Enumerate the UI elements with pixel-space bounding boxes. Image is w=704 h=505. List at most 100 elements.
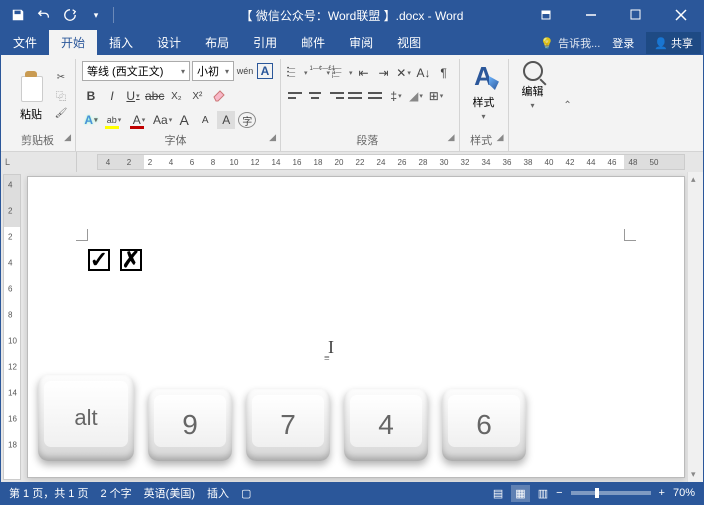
- window-title: 【 微信公众号：Word联盟 】.docx - Word: [241, 7, 464, 24]
- numbering-button[interactable]: [310, 64, 331, 82]
- print-layout-icon[interactable]: ▦: [511, 485, 529, 502]
- group-styles: A 样式 ▾ 样式 ◢: [460, 59, 509, 151]
- clear-format-icon[interactable]: [209, 86, 229, 106]
- zoom-in-icon[interactable]: +: [659, 487, 665, 499]
- zoom-slider[interactable]: [571, 491, 651, 495]
- ribbon: 粘贴 ✂ ⿻ 🖌 剪贴板◢ 等线 (西文正文)▾ 小初▾ wén A: [1, 55, 703, 152]
- font-color-button[interactable]: A: [128, 111, 150, 129]
- tab-file[interactable]: 文件: [1, 30, 49, 55]
- bullets-button[interactable]: [287, 64, 308, 82]
- font-size-select[interactable]: 小初▾: [192, 61, 234, 81]
- ruler-corner[interactable]: L: [1, 152, 77, 172]
- pinyin-button[interactable]: wén: [236, 62, 254, 80]
- bold-button[interactable]: B: [82, 87, 100, 105]
- multilevel-button[interactable]: [332, 64, 353, 82]
- char-shading-button[interactable]: A: [217, 111, 235, 129]
- italic-button[interactable]: I: [103, 87, 121, 105]
- checkbox-checked: ✓: [88, 249, 110, 271]
- shrink-font-button[interactable]: A: [196, 111, 214, 129]
- menu-bar: 文件 开始 插入 设计 布局 引用 邮件 审阅 视图 💡告诉我... 登录 👤共…: [1, 29, 703, 55]
- change-case-button[interactable]: Aa: [153, 111, 172, 129]
- line-spacing-icon[interactable]: ‡: [387, 87, 405, 105]
- tab-view[interactable]: 视图: [385, 30, 433, 55]
- vertical-ruler[interactable]: 4224681012141618: [3, 174, 21, 480]
- strike-button[interactable]: abc: [145, 87, 164, 105]
- horizontal-ruler[interactable]: 4224681012141618202224262830323436384042…: [97, 154, 685, 170]
- align-center-button[interactable]: [307, 87, 325, 105]
- status-mode[interactable]: 插入: [207, 485, 229, 501]
- zoom-out-icon[interactable]: −: [556, 487, 562, 499]
- align-justify-button[interactable]: [347, 87, 365, 105]
- align-left-button[interactable]: [287, 87, 305, 105]
- save-icon[interactable]: [9, 6, 27, 24]
- maximize-icon[interactable]: [613, 1, 658, 29]
- qat-dropdown-icon[interactable]: ▾: [87, 6, 105, 24]
- increase-indent-icon[interactable]: ⇥: [375, 64, 393, 82]
- status-words[interactable]: 2 个字: [100, 485, 131, 501]
- underline-button[interactable]: U: [124, 87, 142, 105]
- ribbon-options-icon[interactable]: [523, 1, 568, 29]
- collapse-ribbon-icon[interactable]: ⌃: [557, 59, 579, 151]
- keycap-alt: alt: [38, 375, 134, 461]
- clipboard-icon: [16, 68, 46, 104]
- vertical-scrollbar[interactable]: [687, 172, 703, 482]
- tab-review[interactable]: 审阅: [337, 30, 385, 55]
- read-mode-icon[interactable]: ▤: [493, 487, 503, 500]
- tab-references[interactable]: 引用: [241, 30, 289, 55]
- tab-mail[interactable]: 邮件: [289, 30, 337, 55]
- tab-insert[interactable]: 插入: [97, 30, 145, 55]
- document-page[interactable]: ✓ ✗ I alt 9 7 4 6: [27, 176, 685, 478]
- show-marks-icon[interactable]: ¶: [435, 64, 453, 82]
- bulb-icon: 💡: [540, 37, 554, 50]
- undo-icon[interactable]: [35, 6, 53, 24]
- highlight-button[interactable]: ab: [103, 111, 125, 129]
- status-language[interactable]: 英语(美国): [144, 485, 195, 501]
- paragraph-launcher-icon[interactable]: ◢: [448, 132, 455, 143]
- cut-icon[interactable]: ✂: [53, 69, 69, 85]
- tab-home[interactable]: 开始: [49, 30, 97, 55]
- keycap-6: 6: [442, 389, 526, 461]
- styles-launcher-icon[interactable]: ◢: [497, 132, 504, 143]
- shading-icon[interactable]: ◢: [407, 87, 425, 105]
- text-effects-button[interactable]: A: [82, 111, 100, 129]
- borders-icon[interactable]: ⊞: [427, 87, 445, 105]
- font-name-select[interactable]: 等线 (西文正文)▾: [82, 61, 190, 81]
- paragraph-label: 段落: [356, 135, 378, 147]
- editing-button[interactable]: 编辑 ▾: [515, 61, 551, 145]
- document-content[interactable]: ✓ ✗: [88, 249, 142, 271]
- styles-button[interactable]: A 样式 ▾: [466, 61, 502, 129]
- tab-layout[interactable]: 布局: [193, 30, 241, 55]
- decrease-indent-icon[interactable]: ⇤: [355, 64, 373, 82]
- styles-label: 样式: [470, 135, 492, 147]
- status-page[interactable]: 第 1 页，共 1 页: [9, 485, 88, 501]
- superscript-button[interactable]: X²: [188, 87, 206, 105]
- sort-icon[interactable]: A↓: [415, 64, 433, 82]
- font-launcher-icon[interactable]: ◢: [269, 132, 276, 143]
- close-icon[interactable]: [658, 1, 703, 29]
- copy-icon[interactable]: ⿻: [53, 87, 69, 103]
- format-painter-icon[interactable]: 🖌: [53, 105, 69, 121]
- paste-button[interactable]: 粘贴: [11, 61, 51, 129]
- styles-icon: A: [474, 61, 493, 92]
- tell-me-search[interactable]: 💡告诉我...: [540, 35, 600, 51]
- tab-design[interactable]: 设计: [145, 30, 193, 55]
- keycap-4: 4: [344, 389, 428, 461]
- clipboard-launcher-icon[interactable]: ◢: [64, 132, 71, 143]
- share-button[interactable]: 👤共享: [646, 32, 701, 54]
- minimize-icon[interactable]: [568, 1, 613, 29]
- enclose-char-button[interactable]: 字: [238, 112, 256, 128]
- align-distribute-button[interactable]: [367, 87, 385, 105]
- web-layout-icon[interactable]: ▥: [538, 487, 548, 500]
- char-border-button[interactable]: A: [256, 62, 274, 80]
- keycap-row: alt 9 7 4 6: [38, 375, 526, 461]
- document-area: 4224681012141618 ✓ ✗ I alt 9 7 4 6: [1, 172, 703, 482]
- status-bar: 第 1 页，共 1 页 2 个字 英语(美国) 插入 ▢ ▤ ▦ ▥ − + 7…: [1, 482, 703, 504]
- grow-font-button[interactable]: A: [175, 111, 193, 129]
- zoom-level[interactable]: 70%: [673, 487, 695, 499]
- asian-layout-icon[interactable]: ✕: [395, 64, 413, 82]
- align-right-button[interactable]: [327, 87, 345, 105]
- redo-icon[interactable]: [61, 6, 79, 24]
- login-link[interactable]: 登录: [604, 31, 642, 55]
- macro-record-icon[interactable]: ▢: [241, 487, 251, 500]
- subscript-button[interactable]: X₂: [167, 87, 185, 105]
